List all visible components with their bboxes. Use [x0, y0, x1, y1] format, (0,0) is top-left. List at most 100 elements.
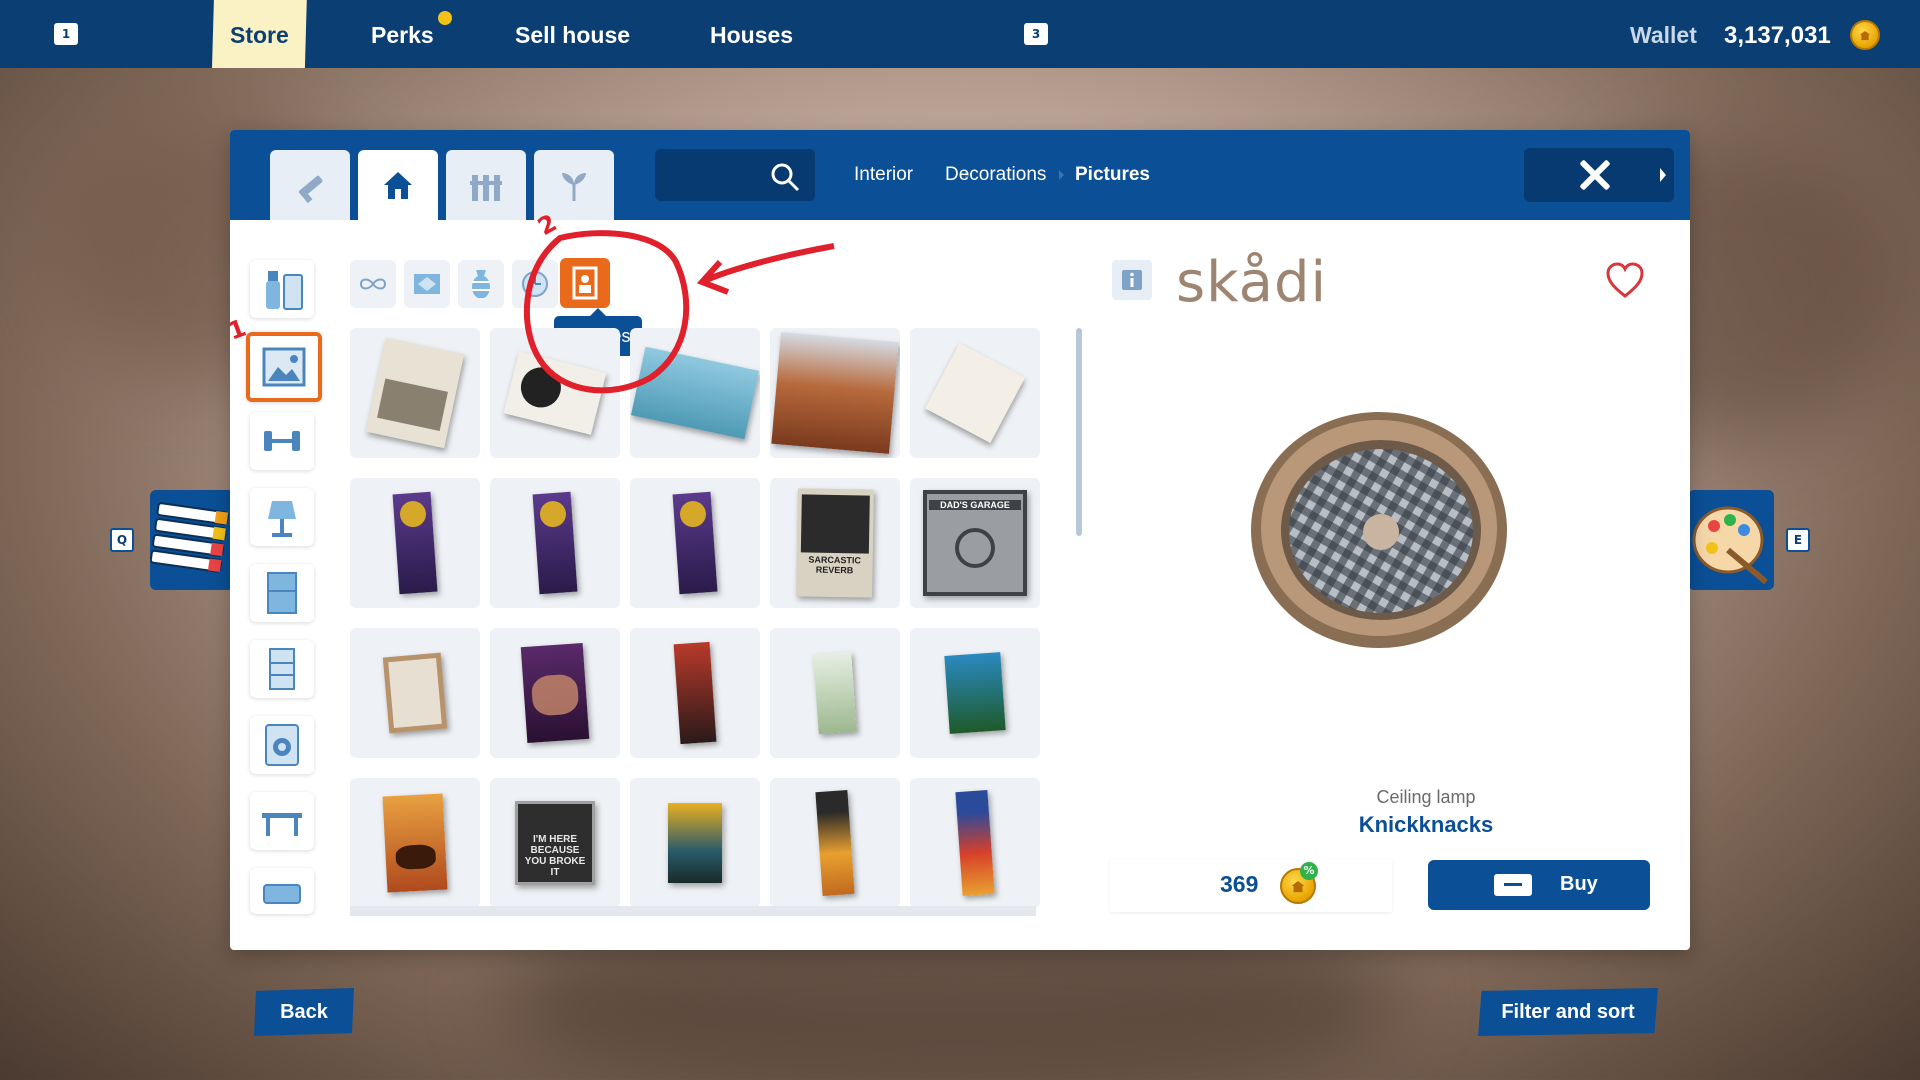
brand-logo: skådi [1176, 250, 1328, 315]
table-icon [262, 813, 302, 836]
sofa-icon [263, 884, 301, 904]
tab-sell-house[interactable]: Sell house [515, 0, 630, 68]
plant-icon [562, 173, 586, 201]
frame-icon [572, 266, 598, 300]
book-photo-art [365, 337, 465, 449]
item-card[interactable] [490, 328, 620, 458]
breadcrumb-separator [1059, 170, 1064, 180]
item-card[interactable] [910, 328, 1040, 458]
cabinet-icon [267, 572, 297, 614]
item-card[interactable] [770, 328, 900, 458]
subcat-clocks[interactable] [512, 260, 558, 308]
drawer-icon [269, 648, 295, 690]
side-cat-fitness[interactable] [250, 412, 314, 470]
keybind-hint-left: 1 [54, 23, 78, 45]
filter-sort-button[interactable]: Filter and sort [1478, 988, 1658, 1036]
keybind-q: Q [110, 528, 134, 552]
wallet-label: Wallet [1630, 22, 1697, 48]
keybind-hint-right: 3 [1024, 23, 1048, 45]
item-card[interactable]: I'M HERE BECAUSE YOU BROKE IT [490, 778, 620, 908]
tab-interior[interactable] [358, 150, 438, 220]
side-cat-decorations[interactable] [246, 332, 322, 402]
clock-icon [522, 271, 548, 297]
tab-fences[interactable] [446, 150, 526, 220]
washing-machine-icon [265, 724, 299, 766]
item-card[interactable]: SARCASTIC REVERB [770, 478, 900, 608]
buy-button[interactable]: Buy [1428, 860, 1650, 910]
discount-badge: % [1300, 862, 1318, 880]
list-drawer-button[interactable] [149, 490, 236, 590]
item-card[interactable] [350, 628, 480, 758]
picture-icon [262, 347, 306, 387]
wallet-balance: 3,137,031 [1724, 22, 1831, 49]
item-card[interactable] [350, 478, 480, 608]
side-cat-lighting[interactable] [250, 488, 314, 546]
item-card[interactable] [490, 478, 620, 608]
breadcrumb-interior[interactable]: Interior [854, 164, 913, 186]
buy-label: Buy [1560, 873, 1598, 895]
banner-poster-art [392, 491, 438, 595]
tab-perks[interactable]: Perks [371, 0, 434, 68]
item-card[interactable] [770, 628, 900, 758]
item-card[interactable] [350, 328, 480, 458]
subcat-all[interactable] [350, 260, 396, 308]
beach-poster-art [630, 346, 760, 440]
blank-canvas-art [924, 342, 1026, 444]
vase-icon [472, 270, 490, 298]
side-cat-drawers[interactable] [250, 640, 314, 698]
lava-banner-art [955, 790, 995, 896]
info-icon [1122, 270, 1142, 290]
paint-drawer-button[interactable] [1688, 490, 1774, 590]
info-button[interactable] [1112, 260, 1152, 300]
vengeance-poster-art [668, 803, 722, 883]
side-cat-appliances[interactable] [250, 716, 314, 774]
poster-text: I'M HERE BECAUSE YOU BROKE IT [524, 834, 586, 878]
cat-photo-art [503, 351, 607, 435]
side-cat-tables[interactable] [250, 792, 314, 850]
subcat-vases[interactable] [458, 260, 504, 308]
product-name: Knickknacks [1358, 812, 1494, 837]
tab-houses[interactable]: Houses [710, 0, 793, 68]
item-card[interactable] [350, 778, 480, 908]
item-card[interactable] [490, 628, 620, 758]
search-icon[interactable] [770, 162, 800, 192]
favorite-heart-icon[interactable] [1604, 260, 1646, 302]
breadcrumb-decorations[interactable]: Decorations [945, 164, 1046, 186]
item-card[interactable] [630, 478, 760, 608]
side-cat-seating[interactable] [250, 868, 314, 914]
item-card[interactable] [910, 628, 1040, 758]
item-card[interactable] [910, 778, 1040, 908]
tab-garden[interactable] [534, 150, 614, 220]
lava-banner-art [815, 790, 855, 896]
item-card[interactable]: DAD'S GARAGE [910, 478, 1040, 608]
grid-scrollbar[interactable] [1076, 328, 1082, 536]
house-icon [384, 172, 412, 199]
subcat-pictures[interactable] [560, 258, 610, 308]
dads-garage-sign: DAD'S GARAGE [923, 490, 1027, 596]
motorbike-poster-art [382, 793, 448, 893]
tab-build[interactable] [270, 150, 350, 220]
item-card[interactable] [630, 778, 760, 908]
keybind-e: E [1786, 528, 1810, 552]
item-card[interactable] [770, 778, 900, 908]
tab-store[interactable]: Store [212, 0, 307, 68]
side-cat-storage[interactable] [250, 564, 314, 622]
rug-icon [414, 274, 440, 294]
hammer-icon [298, 175, 323, 203]
store-panel: Interior Decorations Pictures SARCASTIC … [230, 130, 1690, 950]
tools-button[interactable] [1524, 148, 1674, 202]
poster-text: DAD'S GARAGE [929, 500, 1021, 510]
chevron-right-icon [1660, 168, 1666, 182]
list-icon [149, 502, 229, 573]
spacebar-icon [1494, 874, 1532, 896]
item-card[interactable] [630, 328, 760, 458]
notification-dot [438, 11, 452, 25]
side-cat-cleaning[interactable] [250, 260, 314, 318]
infinity-icon [359, 278, 387, 290]
sarcastic-reverb-poster: SARCASTIC REVERB [796, 488, 874, 598]
back-button[interactable]: Back [254, 988, 354, 1036]
product-subcategory: Ceiling lamp [1376, 787, 1476, 807]
item-card[interactable] [630, 628, 760, 758]
subcat-rugs[interactable] [404, 260, 450, 308]
product-preview-lamp [1250, 410, 1508, 650]
